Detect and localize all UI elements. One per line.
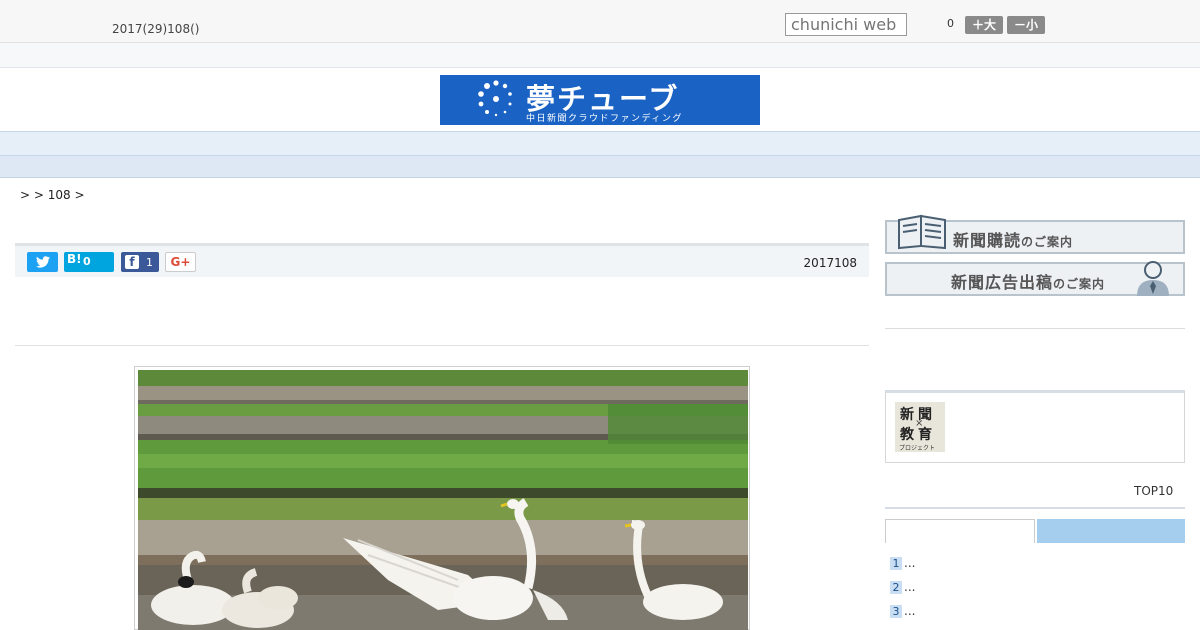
newspaper-education-logo: 新聞 × 教育 プロジェクト	[895, 402, 945, 452]
banner-subtitle: 中日新聞クラウドファンディング	[526, 114, 683, 124]
yume-tube-banner[interactable]: 夢チューブ 中日新聞クラウドファンディング	[440, 75, 760, 125]
open-book-icon	[898, 214, 946, 250]
facebook-share-button[interactable]: f 1	[121, 252, 159, 272]
ranking-item[interactable]: 3...	[890, 604, 915, 618]
facebook-count: 1	[146, 256, 153, 269]
facebook-f-icon: f	[125, 255, 139, 269]
ranking-item[interactable]: 2...	[890, 580, 915, 594]
search-input[interactable]	[785, 13, 907, 36]
dots-circle-icon	[478, 80, 512, 117]
font-size-small-button[interactable]: －小	[1007, 16, 1045, 34]
businessman-icon	[1137, 261, 1169, 296]
swans-in-paddy-image	[138, 370, 748, 630]
hatena-logo-icon: B!	[67, 252, 82, 266]
article-photo	[134, 366, 750, 630]
ranking-item[interactable]: 1...	[890, 556, 915, 570]
sidebar-divider	[885, 328, 1185, 329]
twitter-share-button[interactable]	[27, 252, 58, 272]
top10-heading: TOP10	[1134, 484, 1174, 498]
ranking-divider	[885, 507, 1185, 509]
advertising-banner-text: 新聞広告出稿のご案内	[951, 273, 1106, 292]
global-nav	[0, 131, 1200, 156]
content-divider	[15, 345, 869, 346]
subscription-banner-text: 新聞購読のご案内	[953, 231, 1074, 250]
sub-nav-bar	[0, 156, 1200, 178]
sub-header-bar	[0, 43, 1200, 68]
hatena-bookmark-button[interactable]: B! 0	[64, 252, 114, 272]
google-plus-share-button[interactable]: G+	[165, 252, 196, 272]
ranking-tab-1[interactable]	[885, 519, 1035, 543]
article-date: 2017108	[803, 256, 857, 270]
twitter-bird-icon	[36, 256, 50, 268]
top-utility-bar: 2017(29)108() 0 ＋大 －小	[0, 0, 1200, 43]
current-date: 2017(29)108()	[112, 22, 200, 36]
ranking-tab-2[interactable]	[1037, 519, 1185, 543]
newspaper-education-project-box[interactable]: 新聞 × 教育 プロジェクト	[885, 390, 1185, 463]
breadcrumb[interactable]: > > 108 >	[20, 188, 85, 202]
share-bar: B! 0 f 1 G+ 2017108	[15, 243, 869, 277]
newspaper-advertising-banner[interactable]: 新聞広告出稿のご案内	[885, 261, 1185, 296]
hatena-count: 0	[83, 255, 91, 268]
newspaper-subscription-banner[interactable]: 新聞購読のご案内	[885, 214, 1185, 254]
font-size-large-button[interactable]: ＋大	[965, 16, 1003, 34]
counter-text: 0	[947, 17, 954, 30]
